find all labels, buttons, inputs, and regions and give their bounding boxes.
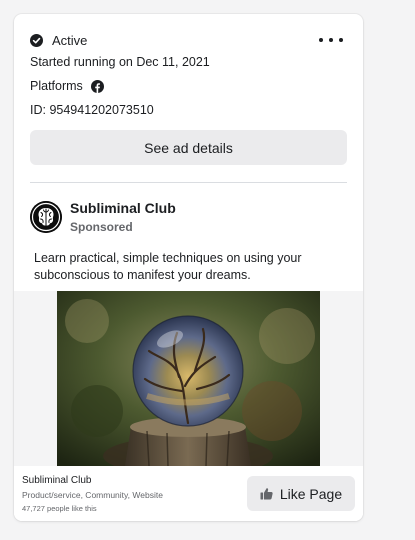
status-label: Active [52,32,88,48]
like-page-label: Like Page [279,485,343,502]
footer-likes-count: 47,727 people like this [22,504,97,513]
avatar[interactable] [30,201,62,233]
ad-body-text: Learn practical, simple techniques on us… [34,251,302,282]
footer-category: Product/service, Community, Website [22,490,163,500]
platforms-label: Platforms [30,79,83,93]
thumbs-up-icon [260,487,273,500]
status-row: Active [30,31,87,49]
footer-page-name[interactable]: Subliminal Club [22,475,91,486]
ad-image[interactable] [57,291,320,466]
check-circle-icon [30,33,43,47]
like-page-button[interactable]: Like Page [247,476,355,511]
ad-id-text: ID: 954941202073510 [30,103,154,117]
sponsored-label: Sponsored [70,220,133,234]
see-ad-details-button[interactable]: See ad details [30,130,347,165]
ad-library-card: Active Started running on Dec 11, 2021 P… [14,14,363,521]
started-running-text: Started running on Dec 11, 2021 [30,55,210,69]
more-options-icon[interactable] [319,32,343,48]
facebook-icon [90,79,104,93]
platforms-row: Platforms [30,79,104,93]
page-name[interactable]: Subliminal Club [70,200,176,216]
divider [30,182,347,183]
